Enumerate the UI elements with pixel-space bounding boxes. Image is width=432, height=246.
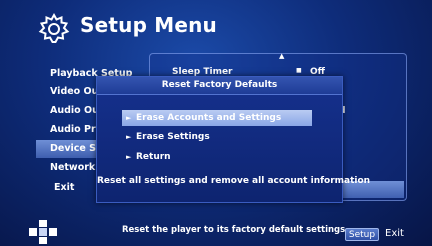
reset-factory-defaults-dialog: Reset Factory Defaults ► Erase Accounts … xyxy=(96,76,371,203)
gear-icon xyxy=(38,12,70,43)
dialog-title: Reset Factory Defaults xyxy=(97,77,342,95)
exit-label: Exit xyxy=(385,228,404,239)
dpad-icon xyxy=(29,220,57,244)
arrow-right-icon: ► xyxy=(126,114,132,122)
page-title: Setup Menu xyxy=(80,13,217,37)
bullet-icon: ■ xyxy=(296,67,302,74)
option-return[interactable]: ► Return xyxy=(122,149,312,165)
help-hint: Reset the player to its factory default … xyxy=(122,225,346,235)
arrow-right-icon: ► xyxy=(126,153,132,161)
option-label: Erase Settings xyxy=(136,132,210,142)
scroll-up-icon[interactable]: ▲ xyxy=(279,52,284,60)
setup-button[interactable]: Setup xyxy=(345,228,379,241)
option-erase-settings[interactable]: ► Erase Settings xyxy=(122,129,312,145)
arrow-right-icon: ► xyxy=(126,133,132,141)
dialog-note: Reset all settings and remove all accoun… xyxy=(97,176,371,186)
option-erase-accounts-and-settings[interactable]: ► Erase Accounts and Settings xyxy=(122,110,312,126)
option-label: Erase Accounts and Settings xyxy=(136,113,282,123)
setup-menu-screen: Setup Menu Playback Setup Video Output A… xyxy=(0,0,432,246)
option-label: Return xyxy=(136,152,171,162)
